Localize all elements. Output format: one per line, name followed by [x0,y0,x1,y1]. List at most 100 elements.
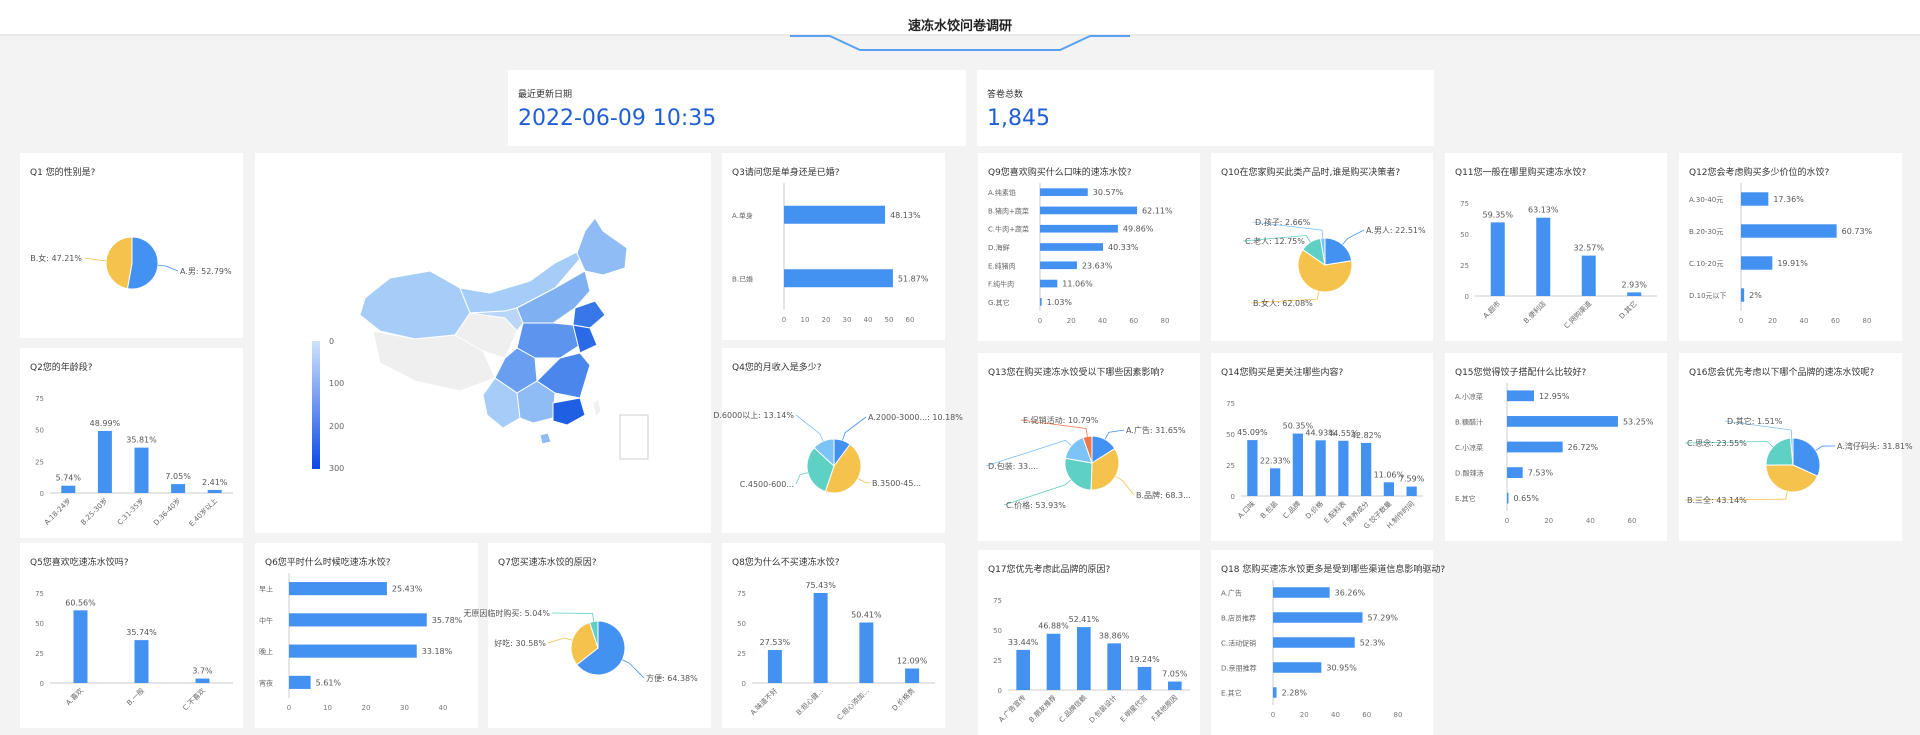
y-tick-label: 75 [737,590,746,598]
pie-slice-label: C.老人: 12.75% [1245,236,1305,246]
chart-card-q9: Q9您喜欢购买什么口味的速冻水饺? 0 20 40 60 80 A.纯素馅 30.57% B.猪… [978,153,1200,341]
pie-slice-label: A.广告: 31.65% [1126,425,1186,435]
data-label: 45.09% [1237,428,1268,437]
map-south-sea-inset [619,414,649,460]
bar [1273,587,1330,598]
bar [195,678,210,683]
y-tick-label: C.10-20元 [1689,260,1723,268]
y-tick-label: 25 [35,458,44,466]
bar [289,644,417,658]
data-label: 40.33% [1108,243,1139,252]
chart-card-q8: Q8您为什么不买速冻水饺? 0 25 50 75 27.53% A.味道不好 75.43% B.… [722,543,945,728]
china-map: 0 100 200 300 [312,217,649,473]
bar [289,582,387,596]
x-tick-label: D.36-40岁 [151,496,182,527]
chart-q13: A.广告: 31.65% B.品牌: 68.3... C.价格: 53.93% D.包… [985,415,1191,510]
y-tick-label: D.海鲜 [988,243,1010,252]
pie-slice-label: B.三全: 43.14% [1687,495,1747,505]
bar [1040,224,1118,233]
y-tick-label: A.纯素馅 [988,188,1016,197]
bar [1040,261,1077,270]
bar [1040,206,1138,215]
x-tick-label: 80 [1161,317,1170,325]
y-tick-label: 50 [993,627,1002,635]
pie-leader-line [547,637,573,644]
chart-q5: 0 25 50 75 60.56% A.喜欢 35.74% B.一般 3.7% C.不喜欢 [35,590,233,712]
pie-slice-label: B.女人: 62.08% [1253,298,1313,308]
pie-slice-label: A.男: 52.79% [180,267,232,276]
map-legend-tick: 100 [329,379,344,388]
map-legend-gradient [312,341,320,469]
bar [1137,666,1152,690]
bar [1040,243,1104,251]
pie-slice-label: C.价格: 53.93% [1006,500,1066,510]
data-label: 52.41% [1069,615,1100,624]
chart-card-q4: Q4您的月收入是多少? A.2000-3000...: 10.18% B.3500-… [713,348,963,533]
pie-leader-line [795,414,824,442]
y-tick-label: B.已婚 [732,274,753,283]
bar [73,610,88,683]
bar [767,649,782,683]
data-label: 0.65% [1514,494,1540,503]
bar [97,430,112,493]
bar [1581,255,1596,296]
bar [1741,288,1745,302]
x-tick-label: A.广告宣传 [997,693,1028,724]
y-tick-label: 晚上 [259,647,273,656]
y-tick-label: 0 [40,680,44,688]
bar [207,489,222,493]
pie-leader-line [551,612,595,622]
map-region-northeast [576,217,628,276]
y-tick-label: E.其它 [1455,494,1476,503]
x-tick-label: D.价格贵 [890,686,917,713]
chart-q2: 0 25 50 75 5.74% A.18-24岁 48.99% B.25-30岁 35.81%… [35,395,233,528]
bar [1507,390,1534,402]
bar [1741,256,1773,270]
stat-card-update-date: 最近更新日期 2022-06-09 10:35 [508,70,966,146]
chart-card-q5: Q5您喜欢吃速冻水饺吗? 0 25 50 75 60.56% A.喜欢 35.74% B.一般 3… [20,543,243,728]
data-label: 33.18% [422,647,453,656]
pie-slice [1064,457,1093,491]
data-label: 49.86% [1123,225,1154,234]
pie-slice-label: D.孩子: 2.66% [1255,217,1311,227]
chart-q17: 0 25 50 75 33.44% A.广告宣传 46.88% B.朋友推荐 52.41% C.品… [993,597,1190,725]
pie-slice-label: A.湾仔码头: 31.81% [1837,441,1913,451]
x-tick-label: 20 [1768,317,1777,325]
data-label: 2% [1749,291,1762,300]
data-label: 19.91% [1777,259,1808,268]
x-tick-label: 10 [801,316,810,324]
map-region-xinjiang [359,270,471,340]
x-tick-label: C.31-35岁 [115,496,146,527]
bar [1627,292,1642,296]
chart-card-q11: Q11您一般在哪里购买速冻水饺? 0 25 50 75 59.35% A.超市 63.13% B… [1445,153,1667,341]
y-tick-label: 50 [1460,231,1469,239]
y-tick-label: E.纯猪肉 [988,261,1016,270]
bar [1507,492,1509,504]
bar [813,593,828,683]
y-tick-label: 0 [1231,493,1235,501]
pie-slice-label: 方便: 64.38% [646,673,698,683]
data-label: 2.28% [1282,689,1308,698]
y-tick-label: 75 [993,597,1002,605]
pie-slice-label: A.2000-3000...: 10.18% [868,413,963,422]
bar [134,640,149,683]
data-label: 5.61% [316,678,342,687]
data-label: 26.72% [1568,443,1599,452]
chart-card-q15: Q15您觉得饺子搭配什么比较好? 0 20 40 60 A.小凉菜 12.95% B.糖醋汁 5… [1445,353,1667,541]
y-tick-label: G.其它 [988,298,1010,307]
bar [1270,468,1281,496]
x-tick-label: 0 [1505,517,1509,525]
x-tick-label: D.包装设计 [1087,693,1119,725]
y-tick-label: 早上 [259,585,273,594]
x-tick-label: 20 [822,316,831,324]
data-label: 2.41% [202,478,228,487]
pie-slice-label: B.女: 47.21% [30,253,82,263]
y-tick-label: 0 [1465,293,1469,301]
bar [1016,649,1030,690]
bar [905,668,920,683]
bar [1040,279,1058,288]
data-label: 11.06% [1062,280,1093,289]
x-tick-label: A.超市 [1481,299,1502,320]
pie-slice-label: D.其它: 1.51% [1727,416,1783,426]
x-tick-label: 80 [1394,711,1403,719]
